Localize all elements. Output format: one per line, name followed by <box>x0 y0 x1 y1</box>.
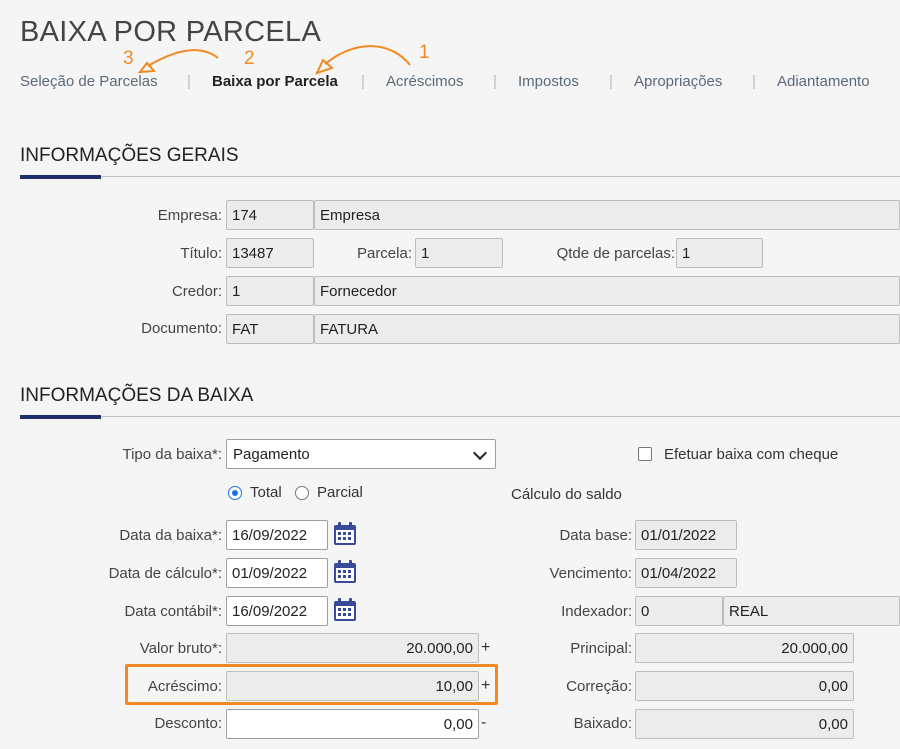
annotation-number-3: 3 <box>123 48 134 69</box>
documento-code-field[interactable]: FAT <box>226 314 314 344</box>
tab-separator: | <box>609 73 613 90</box>
section-divider <box>20 416 900 417</box>
data-calculo-label: Data de cálculo*: <box>108 565 222 582</box>
credor-name-field[interactable]: Fornecedor <box>314 276 900 306</box>
principal-field[interactable]: 20.000,00 <box>635 633 854 663</box>
tab-separator: | <box>493 73 497 90</box>
section-divider <box>20 176 900 177</box>
radio-parcial[interactable] <box>295 486 309 500</box>
data-contabil-input[interactable]: 16/09/2022 <box>226 596 328 626</box>
tab-impostos[interactable]: Impostos <box>518 73 579 90</box>
data-contabil-label: Data contábil*: <box>124 603 222 620</box>
chevron-down-icon <box>472 445 488 461</box>
tab-apropriacoes[interactable]: Apropriações <box>634 73 722 90</box>
documento-label: Documento: <box>141 320 222 337</box>
tab-selecao-parcelas[interactable]: Seleção de Parcelas <box>20 73 158 90</box>
section-accent-bar <box>20 415 101 419</box>
credor-label: Credor: <box>171 283 222 300</box>
titulo-label: Título: <box>180 245 222 262</box>
qtde-parcelas-field[interactable]: 1 <box>676 238 763 268</box>
qtde-parcelas-label: Qtde de parcelas: <box>556 245 675 262</box>
parcela-label: Parcela: <box>356 245 412 262</box>
tab-separator: | <box>752 73 756 90</box>
empresa-code-field[interactable]: 174 <box>226 200 314 230</box>
correcao-label: Correção: <box>566 678 632 695</box>
empresa-name-field[interactable]: Empresa <box>314 200 900 230</box>
data-calculo-input[interactable]: 01/09/2022 <box>226 558 328 588</box>
desconto-label: Desconto: <box>154 715 222 732</box>
correcao-field[interactable]: 0,00 <box>635 671 854 701</box>
radio-total[interactable] <box>228 486 242 500</box>
acrescimo-label: Acréscimo: <box>147 678 222 695</box>
empresa-label: Empresa: <box>157 207 222 224</box>
valor-bruto-label: Valor bruto*: <box>139 640 222 657</box>
baixado-field[interactable]: 0,00 <box>635 709 854 739</box>
tipo-baixa-label: Tipo da baixa*: <box>122 446 222 463</box>
baixado-label: Baixado: <box>573 715 632 732</box>
section-title-baixa: INFORMAÇÕES DA BAIXA <box>20 385 254 406</box>
cheque-label: Efetuar baixa com cheque <box>664 446 839 463</box>
calendar-icon[interactable] <box>332 521 358 547</box>
calendar-icon[interactable] <box>332 597 358 623</box>
section-title-gerais: INFORMAÇÕES GERAIS <box>20 145 239 166</box>
vencimento-field[interactable]: 01/04/2022 <box>635 558 737 588</box>
titulo-field[interactable]: 13487 <box>226 238 314 268</box>
radio-total-label: Total <box>250 484 282 501</box>
indexador-code-field[interactable]: 0 <box>635 596 723 626</box>
documento-name-field[interactable]: FATURA <box>314 314 900 344</box>
section-accent-bar <box>20 175 101 179</box>
annotation-number-1: 1 <box>419 42 430 63</box>
plus-sign: + <box>481 677 491 694</box>
credor-code-field[interactable]: 1 <box>226 276 314 306</box>
data-base-field[interactable]: 01/01/2022 <box>635 520 737 550</box>
tipo-baixa-select[interactable]: Pagamento <box>226 439 496 469</box>
cheque-checkbox[interactable] <box>638 447 652 461</box>
calculo-saldo-title: Cálculo do saldo <box>511 486 622 503</box>
tab-separator: | <box>361 73 365 90</box>
radio-parcial-label: Parcial <box>317 484 363 501</box>
indexador-label: Indexador: <box>561 603 632 620</box>
tab-baixa-por-parcela[interactable]: Baixa por Parcela <box>212 73 338 90</box>
data-baixa-input[interactable]: 16/09/2022 <box>226 520 328 550</box>
minus-sign: - <box>481 714 487 731</box>
plus-sign: + <box>481 639 491 656</box>
annotation-number-2: 2 <box>244 48 255 69</box>
acrescimo-field[interactable]: 10,00 <box>226 671 479 701</box>
tab-acrescimos[interactable]: Acréscimos <box>386 73 464 90</box>
data-base-label: Data base: <box>559 527 632 544</box>
tab-adiantamento[interactable]: Adiantamento <box>777 73 870 90</box>
indexador-name-field[interactable]: REAL <box>723 596 900 626</box>
principal-label: Principal: <box>570 640 632 657</box>
parcela-field[interactable]: 1 <box>415 238 503 268</box>
valor-bruto-field[interactable]: 20.000,00 <box>226 633 479 663</box>
tab-separator: | <box>187 73 191 90</box>
desconto-input[interactable]: 0,00 <box>226 709 479 739</box>
data-baixa-label: Data da baixa*: <box>119 527 222 544</box>
tipo-baixa-value: Pagamento <box>233 446 310 463</box>
calendar-icon[interactable] <box>332 559 358 585</box>
vencimento-label: Vencimento: <box>549 565 632 582</box>
